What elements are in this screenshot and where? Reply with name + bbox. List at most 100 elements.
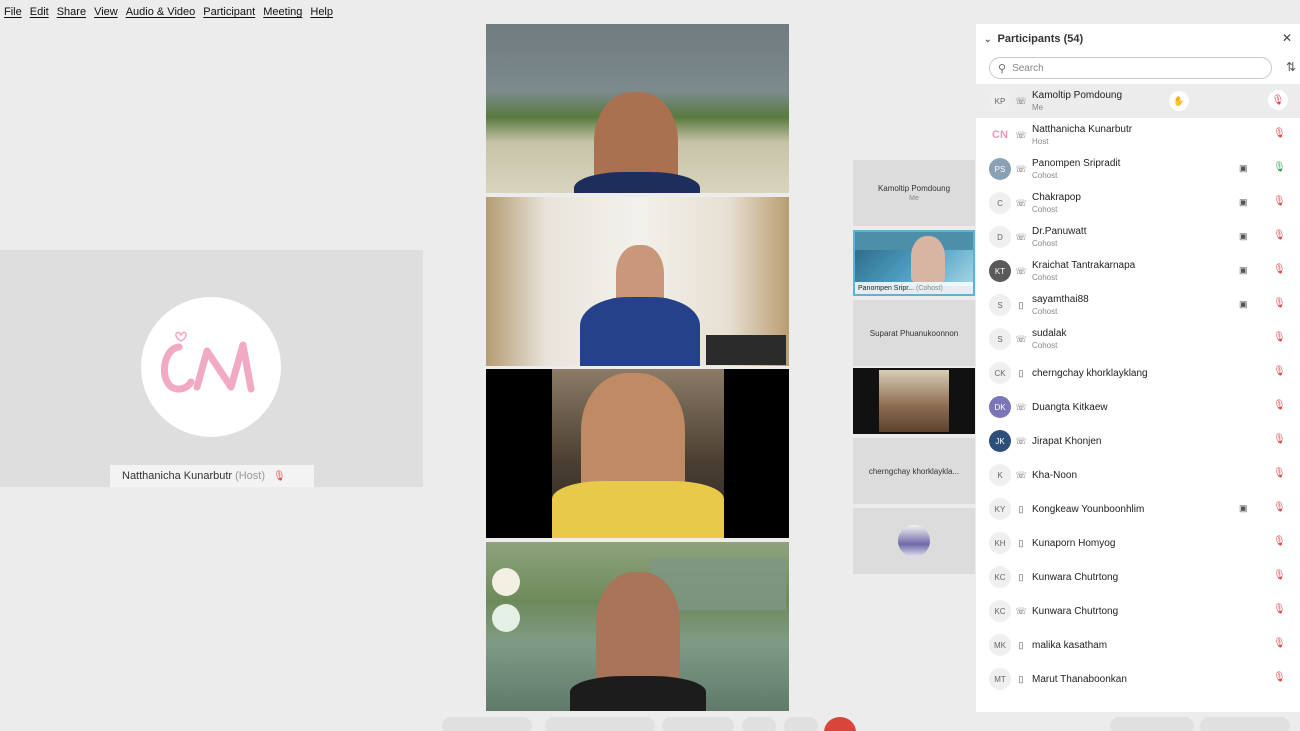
menu-participant[interactable]: Participant xyxy=(203,6,255,18)
video-tile-2[interactable] xyxy=(486,197,789,366)
mic-muted-icon[interactable]: 🎙 xyxy=(1273,366,1286,377)
participant-row[interactable]: S ☏ sudalak Cohost 🎙 xyxy=(976,322,1300,356)
toolbar-button[interactable] xyxy=(545,717,655,731)
thumbnail-avatar[interactable] xyxy=(853,508,975,574)
mic-muted-icon[interactable]: 🎙 xyxy=(1268,90,1288,110)
video-tile-1[interactable] xyxy=(486,24,789,193)
thumbnail-suparat[interactable]: Suparat Phuanukoonnon xyxy=(853,300,975,366)
participant-name: Jirapat Khonjen xyxy=(1032,435,1102,447)
chevron-down-icon[interactable]: ⌄ xyxy=(984,34,992,45)
participant-row[interactable]: MT ▯ Marut Thanaboonkan 🎙 xyxy=(976,662,1300,696)
mic-muted-icon[interactable]: 🎙 xyxy=(1273,604,1286,615)
video-tile-4[interactable] xyxy=(486,542,789,711)
video-camera-icon[interactable]: ▣ xyxy=(1239,197,1248,208)
participant-video-shirt xyxy=(574,172,700,193)
search-icon: ⚲ xyxy=(998,62,1007,75)
thumbnail-name: Kamoltip Pomdoung xyxy=(877,184,951,193)
phone-icon: ▯ xyxy=(1018,673,1024,684)
participant-row[interactable]: C ☏ Chakrapop Cohost ▣ 🎙 xyxy=(976,186,1300,220)
participant-row[interactable]: S ▯ sayamthai88 Cohost ▣ 🎙 xyxy=(976,288,1300,322)
menu-file[interactable]: File xyxy=(4,6,22,18)
toolbar-button[interactable] xyxy=(662,717,734,731)
mic-muted-icon[interactable]: 🎙 xyxy=(1273,332,1286,343)
mic-on-icon[interactable]: 🎙 xyxy=(1273,162,1286,173)
phone-icon: ▯ xyxy=(1018,503,1024,514)
avatar: KT xyxy=(989,260,1011,282)
participant-row[interactable]: KP ☏ Kamoltip Pomdoung Me ✋ 🎙 xyxy=(976,84,1300,118)
avatar: CN xyxy=(989,124,1011,146)
mic-muted-icon[interactable]: 🎙 xyxy=(1273,570,1286,581)
mic-muted-icon[interactable]: 🎙 xyxy=(1273,638,1286,649)
mic-muted-icon[interactable]: 🎙 xyxy=(1273,298,1286,309)
menu-meeting[interactable]: Meeting xyxy=(263,6,302,18)
participant-row[interactable]: KT ☏ Kraichat Tantrakarnapa Cohost ▣ 🎙 xyxy=(976,254,1300,288)
mic-muted-icon[interactable]: 🎙 xyxy=(1273,400,1286,411)
mic-muted-icon[interactable]: 🎙 xyxy=(1273,264,1286,275)
participant-row[interactable]: MK ▯ malika kasatham 🎙 xyxy=(976,628,1300,662)
avatar: D xyxy=(989,226,1011,248)
mic-muted-icon[interactable]: 🎙 xyxy=(1273,434,1286,445)
toolbar-button[interactable] xyxy=(784,717,818,731)
menu-edit[interactable]: Edit xyxy=(30,6,49,18)
avatar: C xyxy=(989,192,1011,214)
avatar: S xyxy=(989,328,1011,350)
participant-name: Kunwara Chutrtong xyxy=(1032,571,1119,583)
toolbar-button[interactable] xyxy=(742,717,776,731)
video-camera-icon[interactable]: ▣ xyxy=(1239,265,1248,276)
menu-help[interactable]: Help xyxy=(310,6,333,18)
mic-muted-icon[interactable]: 🎙 xyxy=(1273,536,1286,547)
video-camera-icon[interactable]: ▣ xyxy=(1239,503,1248,514)
toolbar-button[interactable] xyxy=(442,717,532,731)
participant-row[interactable]: KH ▯ Kunaporn Homyog 🎙 xyxy=(976,526,1300,560)
leave-meeting-button[interactable] xyxy=(824,717,856,731)
toolbar-button[interactable] xyxy=(1200,717,1290,731)
video-camera-icon[interactable]: ▣ xyxy=(1239,299,1248,310)
participant-row[interactable]: JK ☏ Jirapat Khonjen 🎙 xyxy=(976,424,1300,458)
participants-search-input[interactable]: ⚲ Search xyxy=(989,57,1272,79)
toolbar-button[interactable] xyxy=(1110,717,1194,731)
sort-icon[interactable]: ⇅ xyxy=(1286,60,1296,74)
menu-share[interactable]: Share xyxy=(57,6,86,18)
mic-muted-icon[interactable]: 🎙 xyxy=(1273,128,1286,139)
participant-name: sudalak xyxy=(1032,328,1067,339)
participant-row[interactable]: K ☏ Kha-Noon 🎙 xyxy=(976,458,1300,492)
mic-muted-icon[interactable]: 🎙 xyxy=(1273,502,1286,513)
participant-video-person xyxy=(911,236,945,282)
thumbnail-cherngchay[interactable]: cherngchay khorklaykla... xyxy=(853,438,975,504)
phone-icon: ▯ xyxy=(1018,571,1024,582)
thumbnail-video[interactable] xyxy=(853,368,975,434)
raise-hand-icon[interactable]: ✋ xyxy=(1169,91,1189,111)
thumbnail-kamoltip[interactable]: Kamoltip Pomdoung Me xyxy=(853,160,975,226)
close-icon[interactable]: ✕ xyxy=(1282,31,1292,45)
video-camera-icon[interactable]: ▣ xyxy=(1239,163,1248,174)
avatar: JK xyxy=(989,430,1011,452)
video-tile-3[interactable] xyxy=(486,369,789,538)
participant-row[interactable]: CK ▯ cherngchay khorklayklang 🎙 xyxy=(976,356,1300,390)
video-camera-icon[interactable]: ▣ xyxy=(1239,231,1248,242)
participant-name: sayamthai88 xyxy=(1032,294,1089,305)
headset-icon: ☏ xyxy=(1015,435,1027,446)
participant-row[interactable]: DK ☏ Duangta Kitkaew 🎙 xyxy=(976,390,1300,424)
participant-role: Cohost xyxy=(1032,171,1058,180)
participant-row[interactable]: D ☏ Dr.Panuwatt Cohost ▣ 🎙 xyxy=(976,220,1300,254)
thumbnail-role: (Cohost) xyxy=(915,284,943,292)
menu-audio-video[interactable]: Audio & Video xyxy=(126,6,196,18)
participant-name: Duangta Kitkaew xyxy=(1032,401,1108,413)
mic-muted-icon[interactable]: 🎙 xyxy=(1273,468,1286,479)
thumbnail-name-label: Panompen Sripr... (Cohost) xyxy=(855,282,973,294)
participant-role: Host xyxy=(1032,137,1049,146)
mic-muted-icon[interactable]: 🎙 xyxy=(1273,230,1286,241)
participant-row[interactable]: KY ▯ Kongkeaw Younboonhlim ▣ 🎙 xyxy=(976,492,1300,526)
main-speaker-role: (Host) xyxy=(235,470,266,482)
participant-row[interactable]: KC ▯ Kunwara Chutrtong 🎙 xyxy=(976,560,1300,594)
menu-view[interactable]: View xyxy=(94,6,118,18)
mic-muted-icon[interactable]: 🎙 xyxy=(1273,196,1286,207)
thumbnail-panompen[interactable]: Panompen Sripr... (Cohost) xyxy=(853,230,975,296)
seal-icon xyxy=(492,604,520,632)
avatar: S xyxy=(989,294,1011,316)
mic-muted-icon[interactable]: 🎙 xyxy=(1273,672,1286,683)
participant-role: Cohost xyxy=(1032,205,1058,214)
participant-row[interactable]: KC ☏ Kunwara Chutrtong 🎙 xyxy=(976,594,1300,628)
participant-row[interactable]: PS ☏ Panompen Sripradit Cohost ▣ 🎙 xyxy=(976,152,1300,186)
participant-row[interactable]: CN ☏ Natthanicha Kunarbutr Host 🎙 xyxy=(976,118,1300,152)
